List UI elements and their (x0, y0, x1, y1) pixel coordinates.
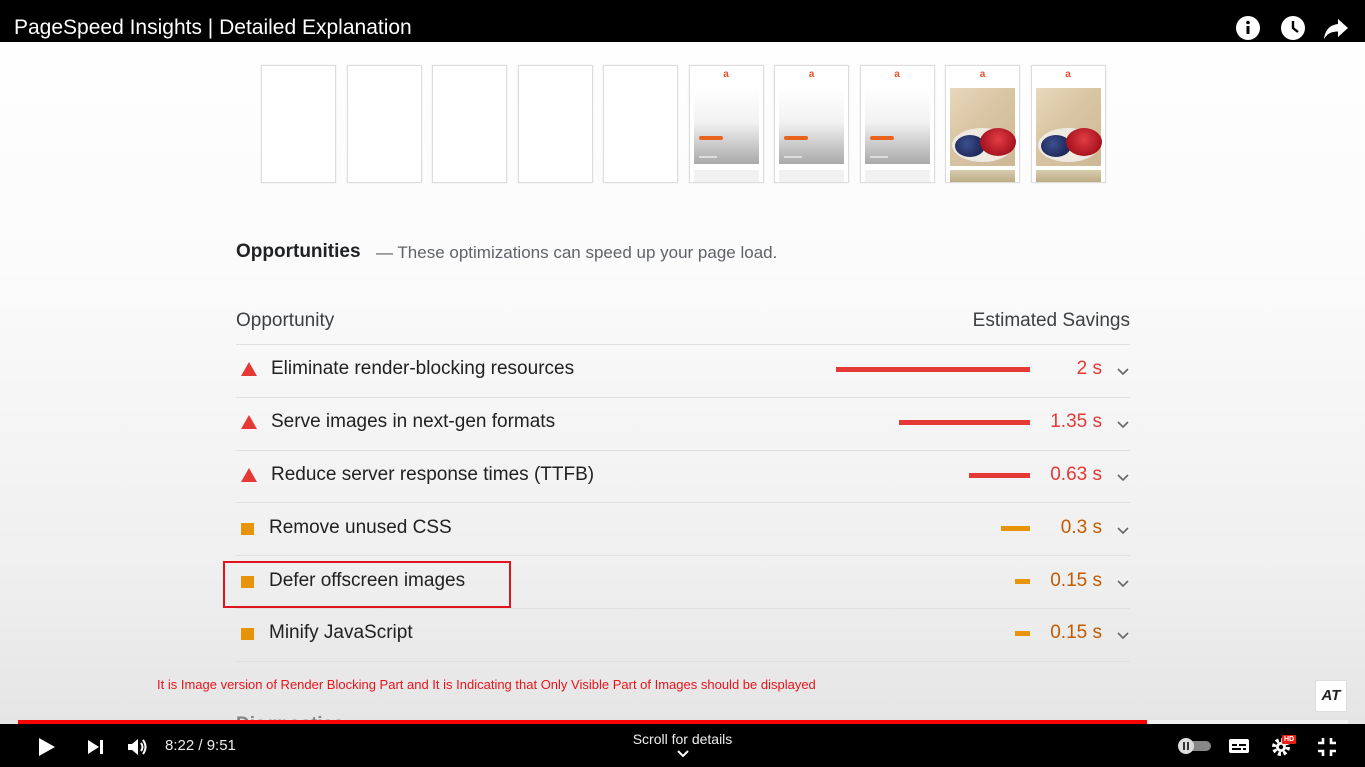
savings-bar (1000, 525, 1030, 531)
average-square-icon (241, 522, 254, 535)
highlight-box (223, 561, 511, 608)
share-icon[interactable] (1323, 15, 1349, 41)
exit-fullscreen-icon[interactable] (1317, 737, 1337, 757)
savings-value: 0.63 s (1050, 464, 1102, 485)
chevron-down-icon[interactable] (677, 750, 689, 758)
berries-photo (950, 88, 1016, 166)
row-divider (236, 449, 1130, 451)
filmstrip-frame: a (945, 65, 1020, 183)
opportunities-title: Opportunities (236, 241, 361, 262)
opportunity-label: Eliminate render-blocking resources (271, 358, 575, 380)
filmstrip-frame (261, 65, 336, 183)
savings-value: 2 s (1076, 358, 1102, 380)
site-logo: a (808, 69, 815, 80)
expand-chevron-icon[interactable] (1116, 523, 1130, 537)
subtitles-icon[interactable] (1228, 738, 1250, 754)
filmstrip-frame (432, 65, 507, 183)
video-frame[interactable]: a a a a a Opportunities — These optimization… (0, 0, 1365, 767)
row-divider (236, 396, 1130, 398)
opportunity-label: Reduce server response times (TTFB) (271, 464, 595, 485)
savings-bar (1015, 578, 1030, 584)
row-divider (236, 502, 1130, 504)
autoplay-toggle[interactable] (1177, 737, 1213, 755)
opportunity-label: Minify JavaScript (269, 622, 413, 644)
expand-chevron-icon[interactable] (1116, 417, 1130, 431)
filmstrip-frame: a (859, 65, 935, 183)
filmstrip-frame (346, 65, 422, 183)
savings-value: 0.15 s (1050, 622, 1102, 644)
hd-badge: HD (1282, 735, 1297, 744)
savings-value: 0.3 s (1060, 516, 1102, 538)
video-title-bar: PageSpeed Insights | Detailed Explanatio… (0, 0, 1365, 42)
site-logo: a (1065, 69, 1071, 80)
expand-chevron-icon[interactable] (1116, 576, 1130, 590)
row-divider (236, 555, 1130, 557)
opportunity-label: Serve images in next-gen formats (271, 411, 556, 433)
expand-chevron-icon[interactable] (1116, 628, 1130, 642)
filmstrip-frame: a (1030, 65, 1106, 183)
channel-logo[interactable]: AT (1315, 680, 1347, 712)
player-controls: 8:22 / 9:51 Scroll for details HD (0, 724, 1365, 767)
expand-chevron-icon[interactable] (1116, 364, 1130, 378)
opportunity-label: Remove unused CSS (269, 516, 452, 538)
opportunities-subtitle: — These optimizations can speed up your … (376, 243, 778, 262)
expand-chevron-icon[interactable] (1116, 470, 1130, 484)
fail-triangle-icon (241, 362, 257, 377)
filmstrip-frame: a (688, 65, 764, 183)
scroll-for-details[interactable]: Scroll for details (0, 731, 1365, 747)
row-divider (236, 344, 1130, 345)
savings-value: 1.35 s (1050, 411, 1102, 433)
savings-bar (968, 473, 1030, 478)
savings-value: 0.15 s (1050, 569, 1102, 591)
column-header-savings: Estimated Savings (972, 310, 1130, 331)
site-logo: a (894, 69, 900, 80)
berries-photo (1035, 88, 1102, 166)
savings-bar (1015, 631, 1030, 637)
average-square-icon (241, 628, 254, 641)
annotation-caption: It is Image version of Render Blocking P… (157, 677, 816, 692)
fail-triangle-icon (241, 468, 257, 482)
filmstrip-frame: a (774, 65, 849, 183)
column-header-opportunity: Opportunity (236, 310, 335, 331)
filmstrip-frame (603, 65, 678, 183)
site-logo: a (723, 69, 729, 80)
site-logo: a (979, 69, 986, 80)
filmstrip-frame (517, 65, 593, 183)
row-divider (236, 608, 1130, 609)
savings-bar (899, 420, 1030, 426)
video-title[interactable]: PageSpeed Insights | Detailed Explanatio… (14, 15, 412, 41)
info-icon[interactable] (1235, 15, 1261, 41)
row-divider (236, 660, 1130, 662)
clock-icon[interactable] (1280, 15, 1306, 41)
savings-bar (836, 367, 1030, 373)
fail-triangle-icon (241, 415, 257, 430)
